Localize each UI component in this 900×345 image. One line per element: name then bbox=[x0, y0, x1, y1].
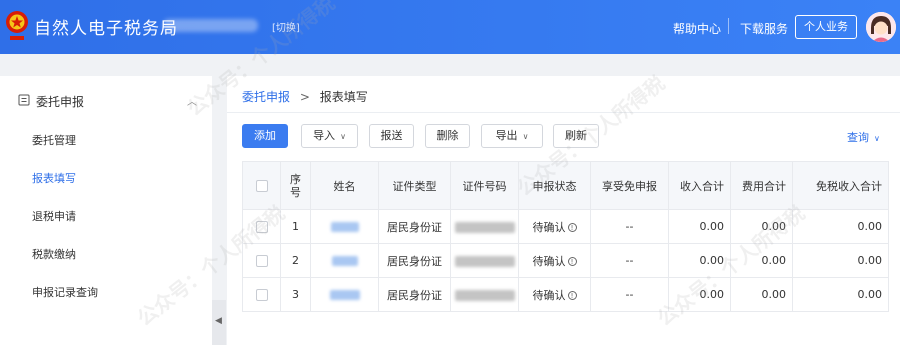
breadcrumb-parent-link[interactable]: 委托申报 bbox=[242, 90, 290, 104]
expense-cell: 0.00 bbox=[730, 243, 793, 278]
table-header-row: 序号 姓名 证件类型 证件号码 申报状态 享受免申报 收入合计 费用合计 免税收… bbox=[242, 161, 889, 210]
sidebar-collapse-handle[interactable]: ◀ bbox=[212, 300, 226, 345]
header-filing-status: 申报状态 bbox=[518, 161, 591, 210]
seq-cell: 2 bbox=[280, 243, 311, 278]
avatar[interactable] bbox=[866, 12, 896, 42]
sidebar-item-filing-records[interactable]: 申报记录查询 bbox=[32, 284, 98, 300]
row-checkbox[interactable] bbox=[255, 221, 268, 233]
select-all-checkbox[interactable] bbox=[255, 180, 268, 192]
export-label: 导出 bbox=[495, 129, 518, 142]
id-number-redacted bbox=[454, 255, 515, 267]
divider bbox=[227, 112, 900, 113]
expense-cell: 0.00 bbox=[730, 277, 793, 312]
user-name-redacted bbox=[163, 19, 258, 32]
sidebar-item-tax-refund[interactable]: 退税申请 bbox=[32, 208, 76, 224]
exempt-cell: -- bbox=[590, 277, 669, 312]
table-row[interactable]: 2 居民身份证 待确认! -- 0.00 0.00 0.00 bbox=[242, 243, 889, 278]
add-button[interactable]: 添加 bbox=[242, 124, 288, 148]
exempt-cell: -- bbox=[590, 243, 669, 278]
income-cell: 0.00 bbox=[668, 277, 731, 312]
income-cell: 0.00 bbox=[668, 243, 731, 278]
header-id-type: 证件类型 bbox=[378, 161, 451, 210]
query-toggle-link[interactable]: 查询 ∨ bbox=[847, 129, 880, 145]
import-dropdown-button[interactable]: 导入 ∨ bbox=[301, 124, 358, 148]
download-service-link[interactable]: 下载服务 bbox=[740, 20, 788, 37]
info-icon[interactable]: ! bbox=[567, 257, 577, 266]
taxfree-cell: 0.00 bbox=[792, 209, 889, 244]
sidebar-item-tax-payment[interactable]: 税款缴纳 bbox=[32, 246, 76, 262]
status-cell: 待确认! bbox=[518, 209, 591, 244]
breadcrumb-current: 报表填写 bbox=[319, 90, 368, 104]
header-expense-total: 费用合计 bbox=[730, 161, 793, 210]
delete-button[interactable]: 删除 bbox=[425, 124, 470, 148]
sidebar-group-label: 委托申报 bbox=[36, 95, 85, 109]
seq-cell: 3 bbox=[280, 277, 311, 312]
chevron-down-icon: ∨ bbox=[522, 132, 529, 141]
row-checkbox[interactable] bbox=[255, 289, 268, 301]
select-all-cell[interactable] bbox=[242, 161, 281, 210]
expense-cell: 0.00 bbox=[730, 209, 793, 244]
row-checkbox[interactable] bbox=[255, 255, 268, 267]
app-title: 自然人电子税务局 bbox=[34, 19, 178, 39]
export-dropdown-button[interactable]: 导出 ∨ bbox=[481, 124, 543, 148]
switch-link[interactable]: [切换] bbox=[272, 19, 300, 34]
taxfree-cell: 0.00 bbox=[792, 243, 889, 278]
exempt-cell: -- bbox=[590, 209, 669, 244]
id-type-cell: 居民身份证 bbox=[378, 243, 451, 278]
table-row[interactable]: 3 居民身份证 待确认! -- 0.00 0.00 0.00 bbox=[242, 277, 889, 312]
main-panel: 委托申报 > 报表填写 添加 导入 ∨ 报送 删除 导出 ∨ 刷新 查询 ∨ 序号 姓… bbox=[227, 76, 900, 345]
status-cell: 待确认! bbox=[518, 277, 591, 312]
sidebar-item-entrust-management[interactable]: 委托管理 bbox=[32, 132, 76, 148]
personal-business-button[interactable]: 个人业务 bbox=[795, 15, 857, 39]
query-label: 查询 bbox=[847, 131, 869, 144]
header-id-number: 证件号码 bbox=[450, 161, 519, 210]
id-number-redacted bbox=[454, 289, 515, 301]
help-center-link[interactable]: 帮助中心 bbox=[673, 20, 721, 37]
status-cell: 待确认! bbox=[518, 243, 591, 278]
chevron-up-icon: ︿ bbox=[187, 97, 197, 108]
id-number-redacted bbox=[454, 221, 515, 233]
refresh-button[interactable]: 刷新 bbox=[553, 124, 599, 148]
taxfree-cell: 0.00 bbox=[792, 277, 889, 312]
sidebar-item-report-filling[interactable]: 报表填写 bbox=[32, 170, 76, 186]
header-taxfree-income-total: 免税收入合计 bbox=[792, 161, 889, 210]
filing-table: 序号 姓名 证件类型 证件号码 申报状态 享受免申报 收入合计 费用合计 免税收… bbox=[242, 161, 889, 312]
name-redacted bbox=[330, 222, 359, 232]
name-redacted bbox=[331, 256, 358, 266]
top-header: 自然人电子税务局 [切换] 帮助中心 下载服务 个人业务 bbox=[0, 0, 900, 54]
tax-emblem-icon bbox=[6, 11, 28, 40]
import-label: 导入 bbox=[313, 129, 336, 142]
submit-button[interactable]: 报送 bbox=[369, 124, 414, 148]
info-icon[interactable]: ! bbox=[567, 223, 577, 232]
chevron-down-icon: ∨ bbox=[340, 132, 346, 141]
header-divider bbox=[728, 18, 729, 34]
breadcrumb-separator-icon: > bbox=[299, 90, 310, 104]
breadcrumb: 委托申报 > 报表填写 bbox=[242, 88, 368, 105]
document-icon bbox=[18, 94, 30, 106]
seq-cell: 1 bbox=[280, 209, 311, 244]
income-cell: 0.00 bbox=[668, 209, 731, 244]
id-type-cell: 居民身份证 bbox=[378, 209, 451, 244]
triangle-left-icon: ◀ bbox=[215, 316, 222, 326]
sidebar-group-entrusted-filing[interactable]: 委托申报 ︿ bbox=[0, 76, 212, 124]
sidebar: 委托申报 ︿ 委托管理 报表填写 退税申请 税款缴纳 申报记录查询 bbox=[0, 76, 212, 345]
table-row[interactable]: 1 居民身份证 待确认! -- 0.00 0.00 0.00 bbox=[242, 209, 889, 244]
name-redacted bbox=[329, 290, 360, 300]
chevron-down-icon: ∨ bbox=[874, 134, 880, 143]
header-exempt-filing: 享受免申报 bbox=[590, 161, 669, 210]
header-seq: 序号 bbox=[280, 161, 311, 210]
id-type-cell: 居民身份证 bbox=[378, 277, 451, 312]
info-icon[interactable]: ! bbox=[567, 291, 577, 300]
header-name: 姓名 bbox=[310, 161, 379, 210]
header-income-total: 收入合计 bbox=[668, 161, 731, 210]
user-avatar-icon bbox=[866, 12, 896, 42]
